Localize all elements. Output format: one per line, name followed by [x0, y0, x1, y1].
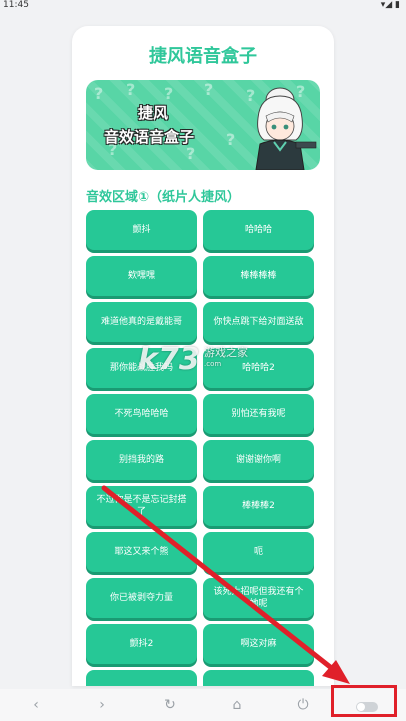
- chevron-right-icon[interactable]: ›: [93, 696, 111, 714]
- banner: ?? ?? ?? ?? ?? 捷风 音效语音盒子: [86, 80, 320, 170]
- sound-button[interactable]: 那你能战胜我吗: [86, 348, 197, 388]
- character-illustration: [255, 87, 317, 170]
- sound-button[interactable]: 该死大招呢但我还有个她呢: [203, 578, 314, 618]
- status-icons: ▾◢ ▮: [380, 0, 400, 10]
- sound-button[interactable]: 欸嘿嘿: [86, 256, 197, 296]
- sound-button[interactable]: 难道他真的是戴能哥: [86, 302, 197, 342]
- app-title: 捷风语音盒子: [149, 46, 257, 67]
- sound-button[interactable]: 谢谢谢你啊: [203, 440, 314, 480]
- sound-button[interactable]: 哈哈哈: [203, 210, 314, 250]
- sound-button[interactable]: 棒棒棒2: [203, 486, 314, 526]
- sound-button[interactable]: 别怕还有我呢: [203, 394, 314, 434]
- power-icon[interactable]: ⏻: [294, 696, 312, 714]
- sound-button[interactable]: 颤抖2: [86, 624, 197, 664]
- sound-button[interactable]: 呃: [203, 532, 314, 572]
- sound-button[interactable]: 别挡我的路: [86, 440, 197, 480]
- sound-button[interactable]: [203, 670, 314, 686]
- sound-button[interactable]: 啊这对麻: [203, 624, 314, 664]
- sound-button[interactable]: 耶这又来个熊: [86, 532, 197, 572]
- chevron-left-icon[interactable]: ‹: [27, 696, 45, 714]
- app-card: 捷风语音盒子 ?? ?? ?? ?? ?? 捷风 音效语音盒子 音效区域①（纸片…: [72, 26, 334, 686]
- home-icon[interactable]: ⌂: [228, 696, 246, 714]
- banner-subtitle: 音效语音盒子: [104, 128, 195, 146]
- sound-button[interactable]: 你快点跳下给对面送敌: [203, 302, 314, 342]
- status-bar: 11:45 ▾◢ ▮: [0, 0, 406, 12]
- sound-button[interactable]: 不过你是不是忘记封搭了: [86, 486, 197, 526]
- sound-button[interactable]: 不死鸟哈哈哈: [86, 394, 197, 434]
- sound-button[interactable]: 哈哈哈2: [203, 348, 314, 388]
- sound-button[interactable]: 棒棒棒棒: [203, 256, 314, 296]
- status-time: 11:45: [3, 0, 29, 10]
- banner-title: 捷风: [138, 104, 169, 122]
- sound-button[interactable]: [86, 670, 197, 686]
- highlight-box: [331, 685, 397, 717]
- sound-button[interactable]: 你已被剥夺力量: [86, 578, 197, 618]
- sound-button[interactable]: 颤抖: [86, 210, 197, 250]
- section-title: 音效区域①（纸片人捷风）: [86, 190, 241, 205]
- refresh-icon[interactable]: ↻: [161, 696, 179, 714]
- sound-button-grid: 颤抖 哈哈哈 欸嘿嘿 棒棒棒棒 难道他真的是戴能哥 你快点跳下给对面送敌 那你能…: [86, 210, 314, 686]
